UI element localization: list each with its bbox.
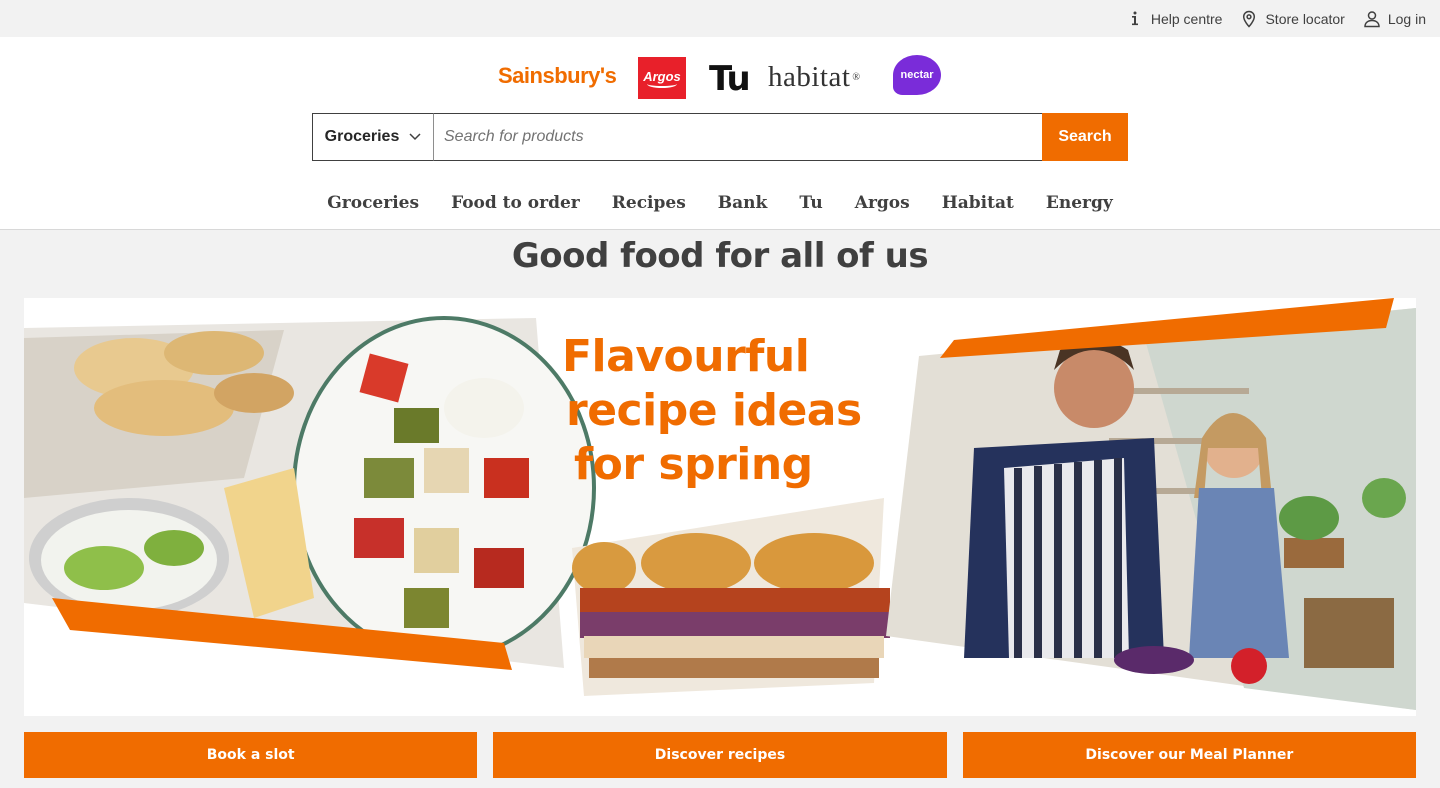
search-bar: Groceries Search [312,113,1128,161]
tu-logo[interactable]: Tu [709,59,751,99]
nav-item-bank[interactable]: Bank [702,189,784,217]
discover-recipes-button[interactable]: Discover recipes [493,732,947,778]
book-a-slot-button[interactable]: Book a slot [24,732,478,778]
hero-title-line: Flavourful [562,331,810,382]
user-icon [1364,10,1380,27]
search-input[interactable] [434,113,1042,161]
discover-meal-planner-button[interactable]: Discover our Meal Planner [962,732,1416,778]
hero-title-line: for spring [574,439,813,490]
store-locator-label: Store locator [1265,10,1345,27]
help-centre-link[interactable]: Help centre [1126,10,1223,28]
habitat-logo-text: habitat [768,61,851,93]
tu-logo-text: Tu [709,59,751,99]
brand-bar: Sainsbury's Argos Tu habitat ® nectar [0,55,1440,100]
log-in-link[interactable]: Log in [1363,10,1426,28]
argos-swoosh-icon [647,80,677,88]
family-cooking-image [886,308,1416,710]
hero-banner[interactable]: Flavourful recipe ideas for spring [24,298,1416,716]
sainsburys-logo[interactable]: Sainsbury's [498,63,617,89]
log-in-label: Log in [1387,10,1426,27]
hero-title: Flavourful recipe ideas for spring [562,330,902,492]
help-centre-label: Help centre [1150,10,1223,27]
registered-mark-icon: ® [852,72,861,83]
hero-title-line: recipe ideas [566,385,862,436]
main-nav: Groceries Food to order Recipes Bank Tu … [0,189,1440,217]
cta-row: Book a slot Discover recipes Discover ou… [24,732,1416,778]
nav-item-recipes[interactable]: Recipes [596,189,702,217]
store-locator-link[interactable]: Store locator [1240,10,1345,28]
habitat-logo[interactable]: habitat ® [768,61,861,94]
sainsburys-logo-text: Sainsbury's [498,63,617,88]
search-button[interactable]: Search [1042,113,1128,161]
location-pin-icon [1243,10,1256,28]
site-header: Sainsbury's Argos Tu habitat ® nectar Gro… [0,37,1440,230]
nav-item-argos[interactable]: Argos [839,189,926,217]
info-icon [1131,11,1138,25]
burger-food-image [572,498,890,696]
nav-item-tu[interactable]: Tu [783,189,838,217]
nectar-logo[interactable]: nectar [893,55,941,95]
search-category-label: Groceries [324,128,400,145]
nav-item-energy[interactable]: Energy [1030,189,1129,217]
argos-logo[interactable]: Argos [638,57,686,99]
search-category-select[interactable]: Groceries [312,113,434,161]
page-headline: Good food for all of us [511,236,929,276]
chevron-down-icon [409,133,421,141]
nav-item-habitat[interactable]: Habitat [926,189,1030,217]
nav-item-food-to-order[interactable]: Food to order [435,189,596,217]
nav-item-groceries[interactable]: Groceries [311,189,435,217]
utility-bar: Help centre Store locator Log in [0,0,1440,37]
nectar-logo-text: nectar [900,69,934,81]
